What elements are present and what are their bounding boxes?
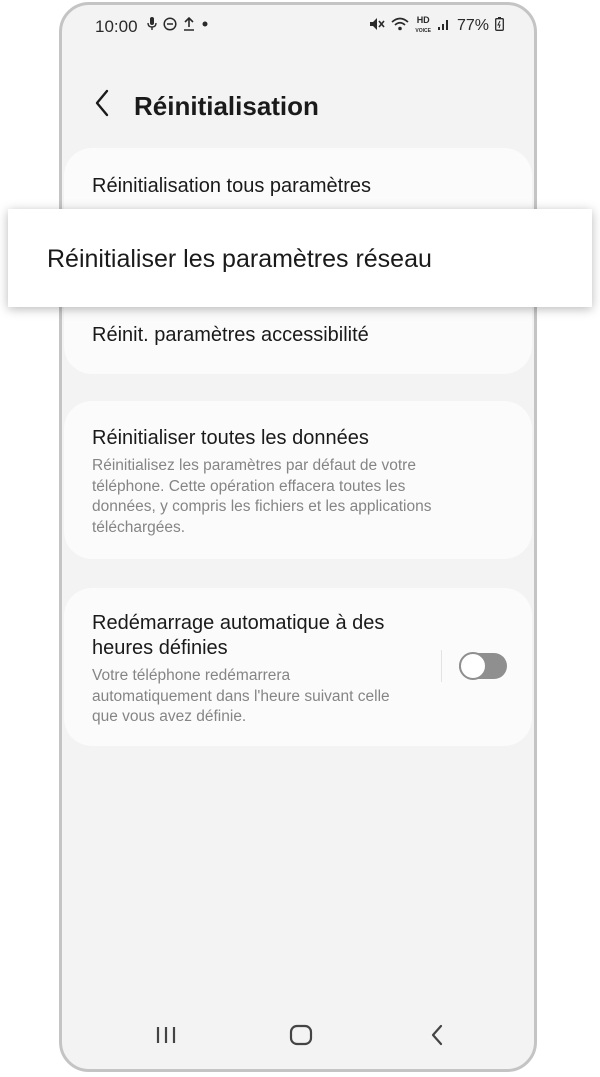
- notification-dot-icon: [201, 17, 209, 34]
- auto-restart-toggle[interactable]: [459, 652, 507, 680]
- home-button[interactable]: [281, 1017, 321, 1057]
- navigation-bar: [62, 1017, 534, 1057]
- auto-restart-description: Votre téléphone redémarrera automatiquem…: [92, 667, 390, 725]
- battery-charging-icon: [495, 16, 504, 36]
- signal-icon: [437, 17, 451, 36]
- recent-apps-icon: [155, 1025, 177, 1050]
- factory-reset-title: Réinitialiser toutes les données: [92, 427, 369, 449]
- reset-network-settings-item[interactable]: Réinitialiser les paramètres réseau: [8, 209, 592, 307]
- status-time: 10:00: [95, 17, 138, 36]
- wifi-icon: [391, 17, 409, 36]
- toggle-knob: [459, 652, 487, 680]
- factory-reset-description: Réinitialisez les paramètres par défaut …: [92, 457, 432, 536]
- battery-percent: 77%: [456, 17, 489, 34]
- chevron-left-icon: [94, 89, 110, 122]
- factory-reset-card[interactable]: Réinitialiser toutes les données Réiniti…: [64, 401, 532, 559]
- hd-label: HD: [416, 15, 430, 25]
- recent-apps-button[interactable]: [146, 1017, 186, 1057]
- page-title: Réinitialisation: [134, 91, 319, 121]
- auto-restart-card[interactable]: Redémarrage automatique à des heures déf…: [64, 588, 532, 746]
- reset-accessibility-settings-item[interactable]: Réinit. paramètres accessibilité: [92, 324, 369, 347]
- upload-icon: [183, 16, 195, 34]
- back-button[interactable]: [86, 87, 118, 123]
- auto-restart-title: Redémarrage automatique à des heures déf…: [92, 612, 385, 659]
- toggle-divider: [441, 650, 442, 682]
- header: Réinitialisation: [62, 83, 534, 133]
- phone-frame: 10:00 HD VOICE 77% Réinitialisation Réin…: [59, 2, 537, 1072]
- reset-network-settings-label: Réinitialiser les paramètres réseau: [47, 245, 432, 273]
- nav-back-button[interactable]: [417, 1017, 457, 1057]
- status-bar: 10:00 HD VOICE 77%: [62, 5, 534, 49]
- status-system-icons: HD VOICE 77%: [369, 16, 504, 36]
- nav-back-icon: [430, 1024, 444, 1051]
- reset-all-settings-item[interactable]: Réinitialisation tous paramètres: [92, 175, 371, 198]
- status-notification-icons: [147, 16, 209, 34]
- microphone-icon: [147, 17, 157, 34]
- mute-icon: [369, 17, 386, 36]
- voice-label: VOICE: [415, 28, 431, 34]
- do-not-disturb-icon: [163, 17, 177, 34]
- hd-voice-badge: HD VOICE: [415, 16, 431, 36]
- home-icon: [289, 1024, 313, 1051]
